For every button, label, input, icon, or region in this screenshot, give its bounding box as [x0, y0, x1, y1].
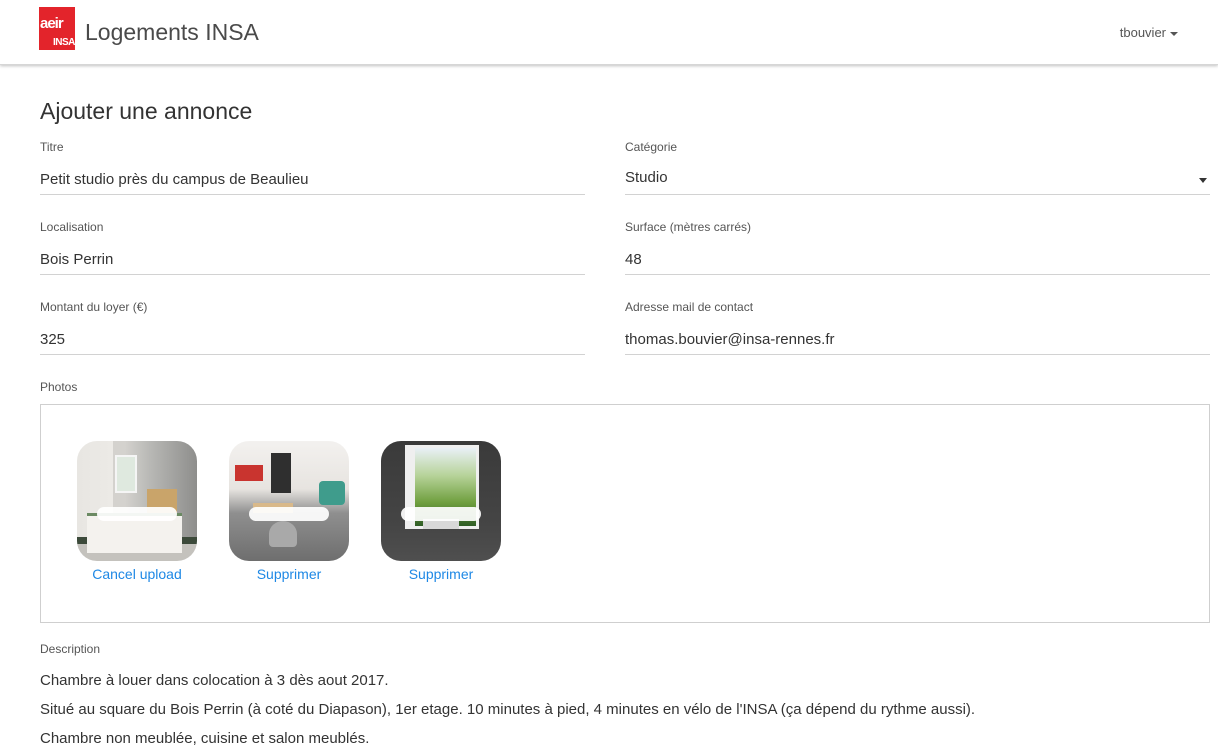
loyer-field: Montant du loyer (€) — [40, 300, 585, 360]
email-label: Adresse mail de contact — [625, 300, 754, 314]
categorie-field: Catégorie Studio — [625, 140, 1210, 200]
user-menu-dropdown[interactable]: tbouvier — [1120, 25, 1178, 40]
username: tbouvier — [1119, 25, 1166, 40]
page-title: Ajouter une annonce — [40, 98, 253, 124]
surface-field: Surface (mètres carrés) — [625, 220, 1210, 280]
photo-thumbnail-window — [381, 441, 501, 561]
titre-field: Titre — [40, 140, 585, 200]
loyer-input[interactable] — [40, 325, 585, 355]
app-title[interactable]: Logements INSA — [85, 18, 259, 46]
cancel-upload-link[interactable]: Cancel upload — [77, 566, 197, 582]
photo-thumbnail-bedroom — [77, 441, 197, 561]
caret-down-icon — [1170, 31, 1178, 36]
description-line: Chambre non meublée, cuisine et salon me… — [40, 730, 370, 747]
logo-text-bottom: INSA — [53, 37, 75, 48]
select-caret-icon[interactable] — [1199, 178, 1207, 183]
bedroom-window — [115, 455, 137, 493]
living-room-pillar — [271, 453, 291, 493]
localisation-field: Localisation — [40, 220, 585, 280]
delete-photo-link[interactable]: Supprimer — [229, 566, 349, 582]
living-room-chair — [269, 521, 297, 547]
description-line: Chambre à louer dans colocation à 3 dès … — [40, 672, 389, 689]
photo-dropzone[interactable]: Cancel upload Supprimer Supprimer — [40, 404, 1210, 623]
upload-progress-bar — [97, 507, 177, 521]
photos-label: Photos — [40, 380, 78, 394]
delete-photo-link[interactable]: Supprimer — [381, 566, 501, 582]
email-field: Adresse mail de contact — [625, 300, 1210, 360]
photo-thumbnail-living-room — [229, 441, 349, 561]
loyer-label: Montant du loyer (€) — [40, 300, 148, 314]
description-line: Situé au square du Bois Perrin (à coté d… — [40, 701, 976, 718]
categorie-value: Studio — [625, 169, 668, 186]
titre-input[interactable] — [40, 165, 585, 195]
categorie-select[interactable]: Studio — [625, 165, 1210, 195]
description-label: Description — [40, 642, 101, 656]
localisation-label: Localisation — [40, 220, 104, 234]
surface-input[interactable] — [625, 245, 1210, 275]
localisation-input[interactable] — [40, 245, 585, 275]
email-input[interactable] — [625, 325, 1210, 355]
navbar: aeir INSA Logements INSA tbouvier — [0, 0, 1218, 65]
photo-overlay-bar — [249, 507, 329, 521]
aeir-insa-logo[interactable]: aeir INSA — [39, 7, 75, 50]
logo-text-top: aeir — [40, 15, 64, 32]
titre-label: Titre — [40, 140, 64, 154]
living-room-red-furniture — [235, 465, 263, 481]
categorie-label: Catégorie — [625, 140, 678, 154]
living-room-armchair — [319, 481, 345, 505]
photo-overlay-bar — [401, 507, 481, 521]
surface-label: Surface (mètres carrés) — [625, 220, 752, 234]
